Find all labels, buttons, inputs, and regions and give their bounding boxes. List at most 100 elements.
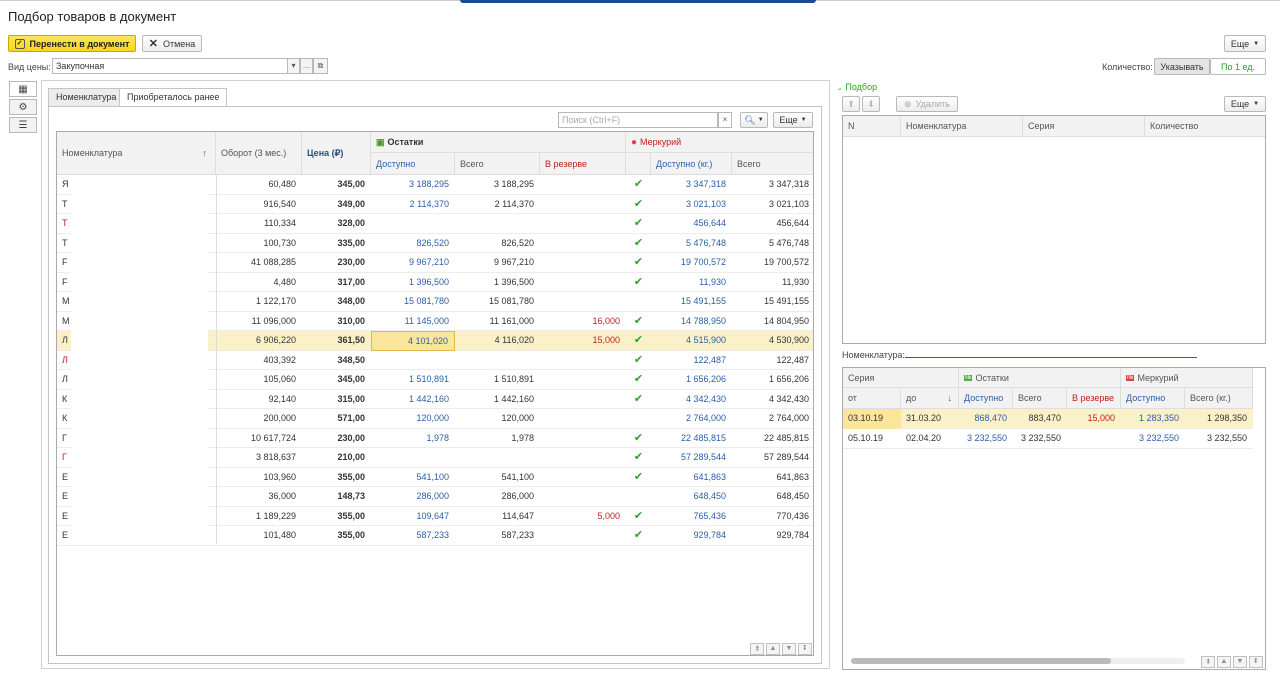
search-button[interactable]: 🔍︎ ▼ xyxy=(740,112,768,128)
move-down-button[interactable]: ⬇ xyxy=(862,96,880,112)
series-scroll-top-button[interactable]: ⏫︎ xyxy=(1201,656,1215,668)
scroll-down-button[interactable]: ▼ xyxy=(782,643,796,655)
sel-col-quantity[interactable]: Количество xyxy=(1145,116,1265,137)
settings-button[interactable]: ⚙ xyxy=(9,99,37,115)
col-reserved[interactable]: В резерве xyxy=(540,153,626,175)
scrollbar-thumb[interactable] xyxy=(851,658,1111,664)
cell-total: 3 188,295 xyxy=(493,179,534,189)
tab-nomenclature[interactable]: Номенклатура xyxy=(48,88,125,106)
series-row[interactable]: 05.10.19 02.04.20 3 232,550 3 232,550 3 232,… xyxy=(843,429,1253,449)
cell-total: 1 510,891 xyxy=(493,374,534,384)
ser-col-from[interactable]: от xyxy=(843,388,901,409)
cell-name: М xyxy=(62,315,70,326)
ser-col-total-kg[interactable]: Всего (кг.) xyxy=(1185,388,1253,409)
series-cell-total-kg: 3 232,550 xyxy=(1206,433,1247,443)
cell-turnover: 36,000 xyxy=(268,491,296,501)
cell-reserved xyxy=(540,273,626,293)
search-clear-button[interactable]: × xyxy=(718,112,732,128)
col-price[interactable]: Цена (₽) xyxy=(302,132,371,175)
series-cell-total: 883,470 xyxy=(1028,413,1061,423)
ser-col-group-stock[interactable]: № Остатки xyxy=(959,368,1121,388)
ser-col-to[interactable]: до ↓ xyxy=(901,388,959,409)
cell-name: Л xyxy=(62,374,68,384)
move-up-button[interactable]: ⬆ xyxy=(842,96,860,112)
cell-turnover: 10 617,724 xyxy=(250,432,296,443)
col-group-stock[interactable]: ▣ Остатки xyxy=(371,132,626,153)
series-scroll-bottom-button[interactable]: ⏬︎ xyxy=(1249,656,1263,668)
cell-total-kg: 122,487 xyxy=(776,354,809,365)
cancel-button[interactable]: ✕ Отмена xyxy=(142,35,202,52)
ser-col-series[interactable]: Серия xyxy=(843,368,959,388)
cell-total: 120,000 xyxy=(501,413,534,423)
col-total[interactable]: Всего xyxy=(455,153,540,175)
cell-avail-kg: 4 342,430 xyxy=(685,393,726,404)
price-type-open[interactable]: ⧉ xyxy=(313,58,328,74)
ser-col-available[interactable]: Доступно xyxy=(959,388,1013,409)
cell-total-kg: 456,644 xyxy=(776,218,809,228)
horizontal-scrollbar[interactable] xyxy=(851,658,1185,664)
sel-col-series[interactable]: Серия xyxy=(1023,116,1145,137)
cell-reserved xyxy=(540,448,626,468)
cell-name: Т xyxy=(62,218,68,228)
cell-turnover: 101,480 xyxy=(263,530,296,540)
cell-total-kg: 5 476,748 xyxy=(768,237,809,248)
cell-name: Т xyxy=(62,198,68,209)
cell-check: ✔ xyxy=(633,451,644,463)
price-type-dropdown[interactable]: ▾ xyxy=(287,58,300,74)
cell-reserved xyxy=(540,409,626,429)
cell-reserved: 5,000 xyxy=(597,510,620,521)
scroll-up-button[interactable]: ▲ xyxy=(766,643,780,655)
search-input[interactable]: Поиск (Ctrl+F) xyxy=(558,112,718,128)
cell-name: Г xyxy=(62,432,67,443)
transfer-to-document-button[interactable]: ✓ Перенести в документ xyxy=(8,35,136,52)
col-turnover[interactable]: Оборот (3 мес.) xyxy=(216,132,302,175)
cell-avail-kg: 122,487 xyxy=(693,354,726,365)
col-available-kg[interactable]: Доступно (кг.) xyxy=(651,153,732,175)
cell-check: ✔ xyxy=(633,217,644,229)
price-type-field[interactable]: Закупочная xyxy=(52,58,288,74)
more-button[interactable]: Еще ▼ xyxy=(1224,35,1266,52)
quantity-specify-toggle[interactable]: Указывать xyxy=(1154,58,1210,75)
ser-col-m-available[interactable]: Доступно xyxy=(1121,388,1185,409)
table-more-button[interactable]: Еще ▼ xyxy=(773,112,813,128)
cell-available: 826,520 xyxy=(416,237,449,248)
series-cell-from: 03.10.19 xyxy=(843,409,901,429)
column-divider xyxy=(216,175,217,544)
tab-purchased-earlier[interactable]: Приобреталось ранее xyxy=(119,88,228,107)
series-nomenclature-link[interactable] xyxy=(905,350,1197,358)
view-list-button[interactable]: ☰ xyxy=(9,117,37,133)
scroll-top-button[interactable]: ⏫︎ xyxy=(750,643,764,655)
col-total-kg[interactable]: Всего xyxy=(732,153,813,175)
col-available[interactable]: Доступно xyxy=(371,153,455,175)
delete-button[interactable]: ⊗ Удалить xyxy=(896,96,958,112)
cell-turnover: 403,392 xyxy=(263,354,296,365)
series-table: Серия от до ↓ № Остатки Доступно Всего В р… xyxy=(842,367,1266,670)
cell-price: 345,00 xyxy=(337,179,365,189)
ser-col-total[interactable]: Всего xyxy=(1013,388,1067,409)
col-nomenclature[interactable]: Номенклатура ↑ xyxy=(57,132,216,175)
selection-more-button[interactable]: Еще ▼ xyxy=(1224,96,1266,112)
scroll-bottom-button[interactable]: ⏬︎ xyxy=(798,643,812,655)
cell-turnover: 41 088,285 xyxy=(250,257,296,267)
series-row[interactable]: 03.10.19 31.03.20 868,470 883,470 15,000 1 28… xyxy=(843,409,1253,429)
sel-col-n[interactable]: N xyxy=(843,116,901,137)
series-scroll-up-button[interactable]: ▲ xyxy=(1217,656,1231,668)
price-type-select[interactable]: … xyxy=(300,58,313,74)
ser-col-reserved[interactable]: В резерве xyxy=(1067,388,1121,409)
ser-col-group-mercury[interactable]: № Меркурий xyxy=(1121,368,1253,388)
cell-available xyxy=(371,214,455,234)
cell-total xyxy=(455,214,540,234)
quantity-one-unit-toggle[interactable]: По 1 ед. xyxy=(1210,58,1266,75)
cell-check: ✔ xyxy=(633,197,644,210)
view-grid-button[interactable]: ▦ xyxy=(9,81,37,97)
cell-total: 1 442,160 xyxy=(493,393,534,404)
cell-reserved xyxy=(540,292,626,312)
cell-avail-kg: 4 515,900 xyxy=(685,335,726,345)
cell-total: 2 114,370 xyxy=(494,198,534,209)
series-scroll-down-button[interactable]: ▼ xyxy=(1233,656,1247,668)
col-group-mercury[interactable]: ● Меркурий xyxy=(626,132,813,153)
cell-reserved xyxy=(540,234,626,254)
sel-col-nomenclature[interactable]: Номенклатура xyxy=(901,116,1023,137)
quantity-label: Количество: xyxy=(1102,62,1153,72)
selection-section-title[interactable]: ⌄ Подбор xyxy=(837,82,877,92)
